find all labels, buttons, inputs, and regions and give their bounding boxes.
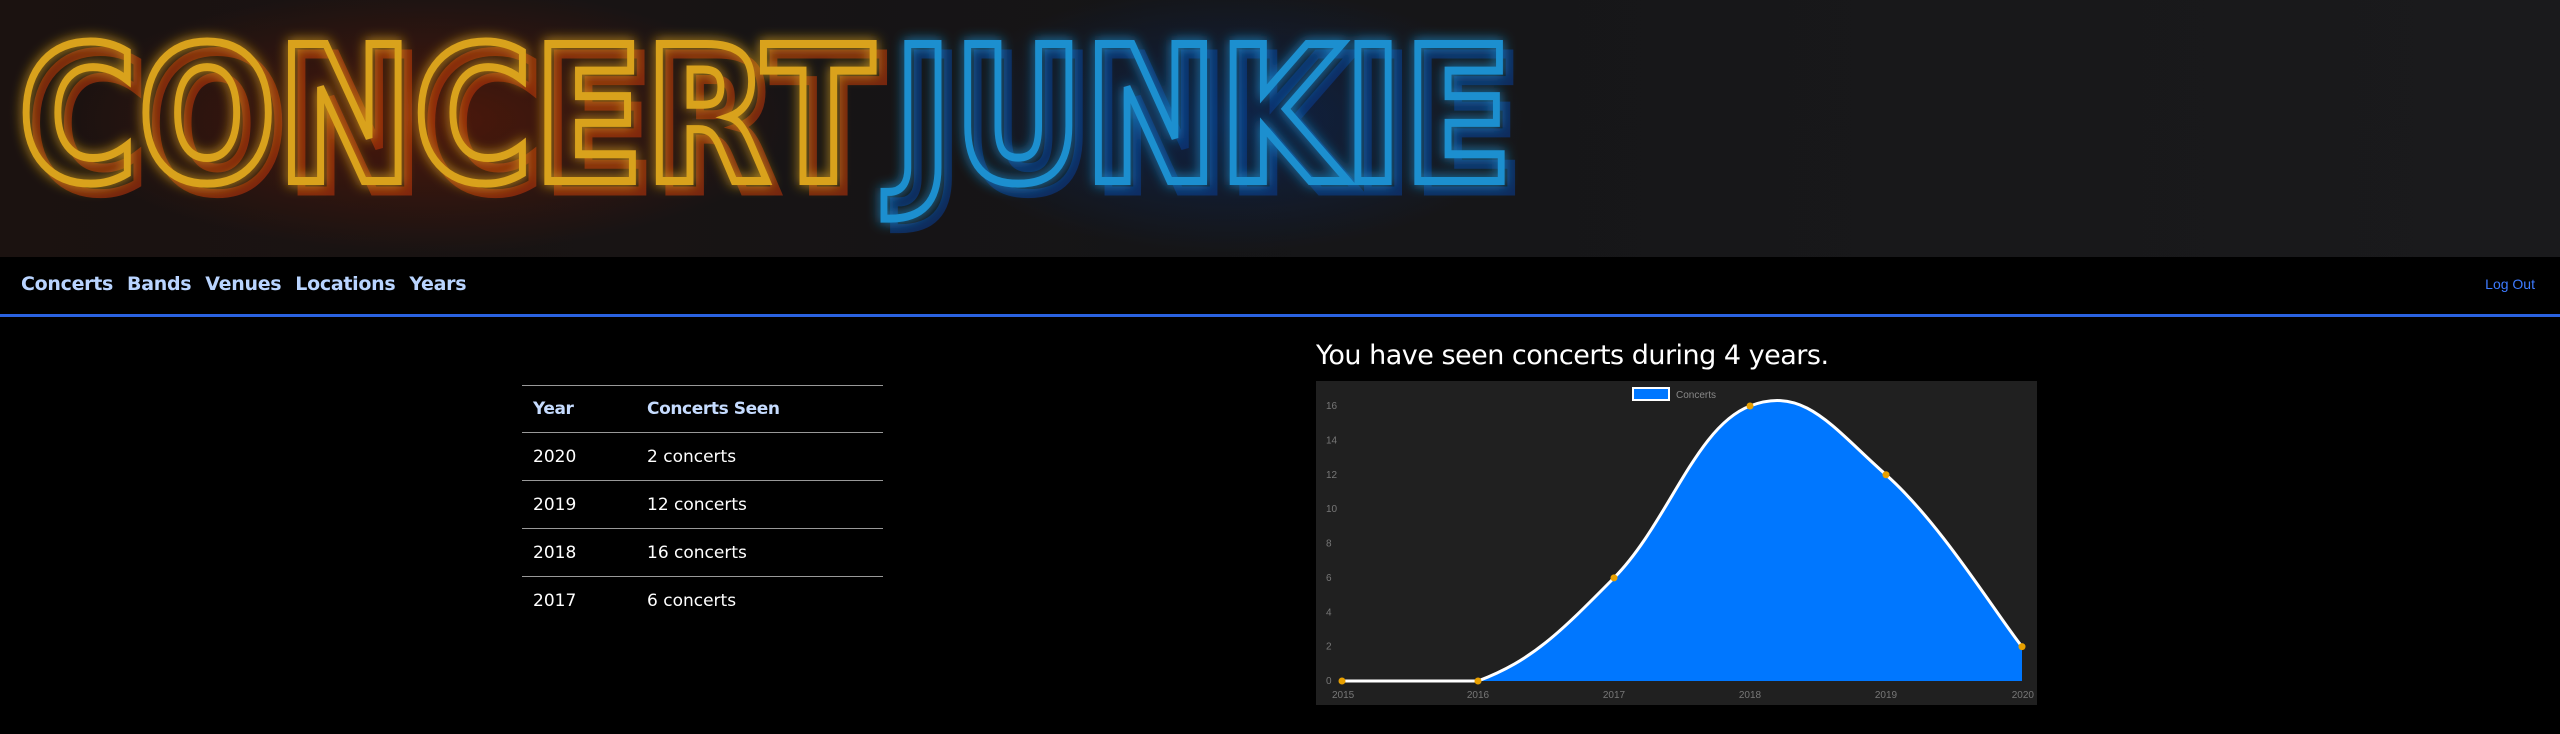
x-tick-label: 2018	[1739, 690, 1762, 701]
table-header-row: Year Concerts Seen	[522, 385, 883, 433]
column-header-year: Year	[522, 385, 636, 433]
year-cell: 2019	[522, 480, 636, 529]
x-tick-label: 2020	[2012, 690, 2035, 701]
y-tick-label: 12	[1326, 470, 1338, 481]
series-area-concerts	[1342, 400, 2022, 681]
nav-bar: Concerts Bands Venues Locations Years Lo…	[0, 257, 2560, 317]
year-cell: 2017	[533, 590, 577, 611]
x-tick-label: 2015	[1332, 690, 1355, 701]
concert-junkie-logo: CONCERT CONCERT JUNKIE JUNKIE	[14, 3, 1528, 241]
y-tick-label: 10	[1326, 504, 1338, 515]
legend-label: Concerts	[1676, 390, 1716, 401]
data-point-2015	[1338, 677, 1346, 685]
x-tick-label: 2016	[1467, 690, 1490, 701]
y-tick-label: 2	[1326, 642, 1332, 653]
y-tick-label: 16	[1326, 401, 1338, 412]
year-cell: 2018	[522, 528, 636, 577]
table-row: 2017 6 concerts	[522, 577, 883, 625]
data-point-2018	[1746, 402, 1754, 410]
site-banner: CONCERT CONCERT JUNKIE JUNKIE	[0, 0, 2560, 257]
nav-years[interactable]: Years	[409, 273, 466, 295]
table-row: 2018 16 concerts	[522, 528, 883, 577]
chart-canvas: 0 2 4 6 8 10 12 14 16 2015 2016 2017 2018 2019 2020 Con…	[1326, 387, 2035, 701]
year-cell: 2020	[522, 432, 636, 481]
x-tick-label: 2017	[1603, 690, 1626, 701]
table-row: 2020 2 concerts	[522, 432, 883, 481]
data-point-2019	[1882, 471, 1890, 479]
y-tick-label: 8	[1326, 539, 1332, 550]
nav-locations[interactable]: Locations	[295, 273, 395, 295]
data-point-2017	[1610, 574, 1618, 582]
y-tick-label: 6	[1326, 573, 1332, 584]
logout-link[interactable]: Log Out	[2485, 276, 2535, 292]
x-tick-label: 2019	[1875, 690, 1898, 701]
logo-text-junkie: JUNKIE	[884, 7, 1513, 226]
y-tick-label: 0	[1326, 676, 1332, 687]
count-cell: 16 concerts	[636, 528, 883, 577]
data-point-2020	[2018, 643, 2026, 651]
nav-bands[interactable]: Bands	[127, 273, 192, 295]
data-point-2016	[1474, 677, 1482, 685]
nav-venues[interactable]: Venues	[205, 273, 281, 295]
count-cell: 2 concerts	[636, 432, 883, 481]
years-summary-heading: You have seen concerts during 4 years.	[1316, 340, 1829, 371]
table-row: 2019 12 concerts	[522, 480, 883, 529]
y-tick-label: 14	[1326, 435, 1338, 446]
count-cell: 12 concerts	[636, 480, 883, 529]
years-table: Year Concerts Seen 2020 2 concerts 2019 …	[522, 385, 883, 624]
nav-links: Concerts Bands Venues Locations Years	[21, 273, 467, 295]
column-header-concerts-seen: Concerts Seen	[636, 385, 883, 433]
count-cell: 6 concerts	[647, 590, 737, 611]
legend-swatch	[1632, 387, 1670, 401]
y-tick-label: 4	[1326, 607, 1332, 618]
logo-text-concert: CONCERT	[18, 7, 874, 226]
concerts-per-year-chart: 0 2 4 6 8 10 12 14 16 2015 2016 2017 2018 2019 2020 Con…	[1316, 381, 2037, 705]
nav-concerts[interactable]: Concerts	[21, 273, 113, 295]
